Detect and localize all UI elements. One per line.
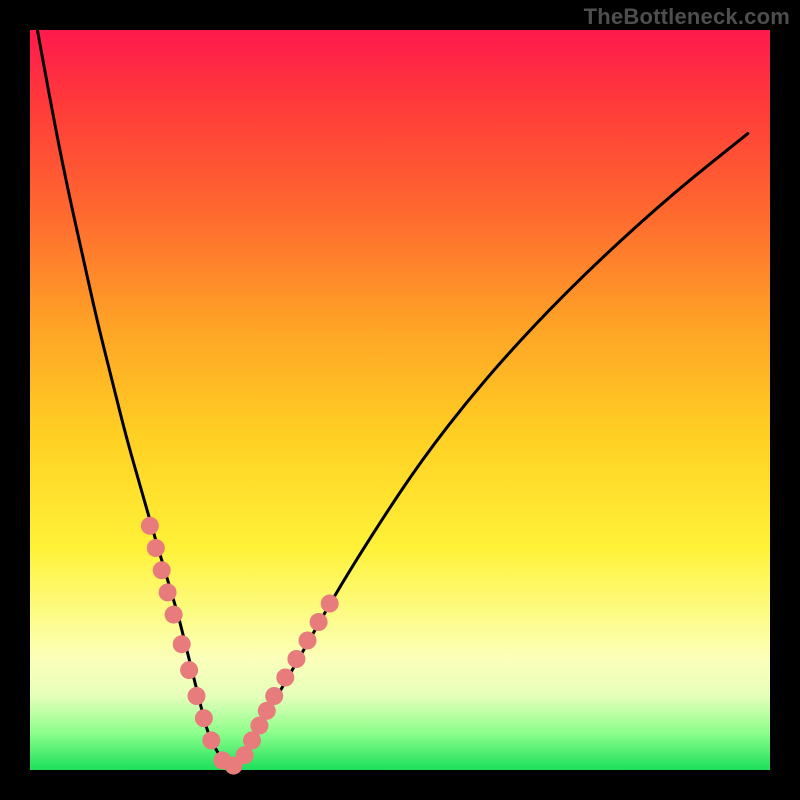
curve-marker [180, 661, 198, 679]
curve-marker [321, 595, 339, 613]
watermark-text: TheBottleneck.com [584, 4, 790, 30]
curve-marker [173, 635, 191, 653]
curve-marker [276, 669, 294, 687]
curve-marker [287, 650, 305, 668]
curve-markers [141, 517, 339, 775]
curve-marker [299, 632, 317, 650]
curve-marker [141, 517, 159, 535]
curve-marker [188, 687, 206, 705]
curve-marker [165, 606, 183, 624]
chart-overlay [30, 30, 770, 770]
curve-marker [310, 613, 328, 631]
bottleneck-curve [37, 30, 747, 764]
curve-marker [195, 709, 213, 727]
curve-marker [153, 561, 171, 579]
curve-marker [159, 583, 177, 601]
curve-marker [265, 687, 283, 705]
chart-stage: TheBottleneck.com [0, 0, 800, 800]
curve-marker [147, 539, 165, 557]
curve-marker [202, 731, 220, 749]
